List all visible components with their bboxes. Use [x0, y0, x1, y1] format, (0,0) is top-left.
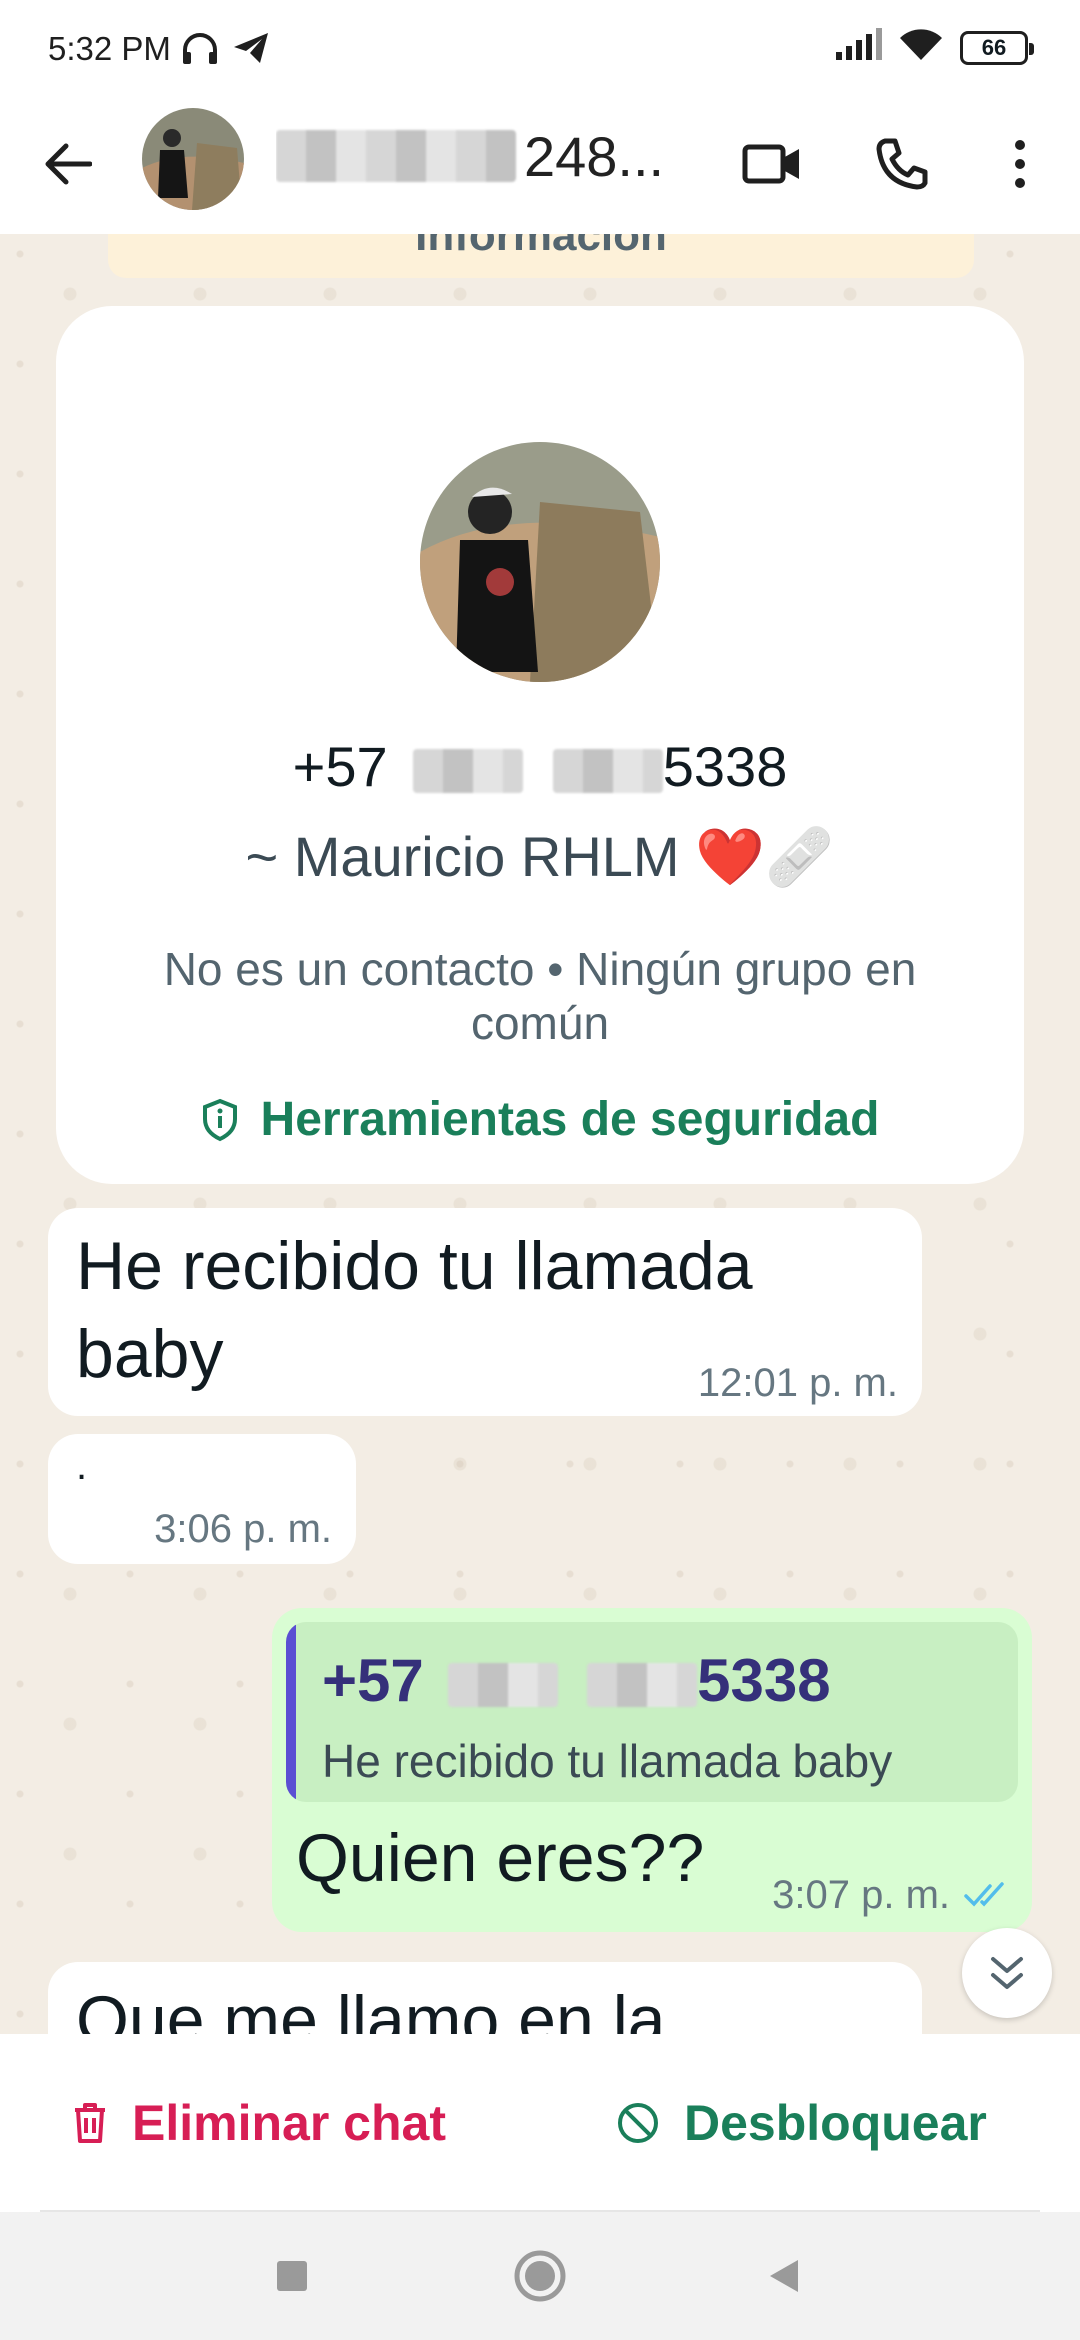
message-outgoing[interactable]: +57 5338 He recibido tu llamada baby Qui… [272, 1608, 1032, 1932]
recents-button[interactable] [260, 2244, 324, 2308]
chat-header: 248... [0, 98, 1080, 234]
wifi-icon [898, 28, 944, 67]
battery-level: 66 [981, 34, 1007, 60]
message-incoming[interactable]: . 3:06 p. m. [48, 1434, 356, 1564]
info-banner: Información [108, 234, 974, 278]
triangle-back-icon [770, 2260, 798, 2292]
back-button[interactable] [36, 132, 100, 196]
security-tools-link[interactable]: Herramientas de seguridad [56, 1092, 1024, 1147]
message-time: 3:07 p. m. [772, 1873, 950, 1917]
message-time: 3:06 p. m. [154, 1507, 332, 1551]
home-button[interactable] [508, 2244, 572, 2308]
delete-chat-button[interactable]: Eliminar chat [72, 2034, 446, 2212]
back-nav-button[interactable] [752, 2244, 816, 2308]
shield-icon [202, 1098, 237, 1141]
battery-icon: 66 [960, 30, 1034, 65]
redacted-name [276, 130, 516, 182]
contact-info-card: +57 5338 ~ Mauricio RHLM ❤️🩹 No es un co… [56, 306, 1024, 1184]
contact-phone: +57 5338 [292, 735, 788, 798]
contact-subtitle: No es un contacto • Ningún grupo en comú… [163, 943, 917, 1049]
quote-text: He recibido tu llamada baby [322, 1735, 893, 1787]
redacted-phone [552, 749, 663, 794]
headphones-icon [180, 30, 220, 71]
block-icon [618, 2103, 658, 2143]
unblock-button[interactable]: Desbloquear [616, 2034, 987, 2212]
message-text: Quien eres?? [296, 1820, 705, 1896]
trash-icon [75, 2103, 105, 2143]
system-navigation-bar [0, 2212, 1080, 2340]
double-chevron-down-icon [991, 1957, 1023, 1989]
signal-icon [834, 28, 882, 67]
contact-display-name: ~ Mauricio RHLM ❤️🩹 [245, 825, 835, 888]
video-call-icon [742, 144, 799, 184]
video-call-button[interactable] [736, 128, 808, 200]
contact-profile-photo[interactable] [420, 442, 660, 682]
message-text: . [76, 1444, 88, 1488]
message-incoming[interactable]: He recibido tu llamada baby 12:01 p. m. [48, 1208, 922, 1416]
redacted-phone [448, 1663, 559, 1708]
blocked-chat-actions: Eliminar chat Desbloquear [0, 2034, 1080, 2212]
more-options-button[interactable] [984, 128, 1056, 200]
contact-name[interactable]: 248... [276, 126, 696, 186]
more-icon [1015, 140, 1025, 188]
quote-author: +57 5338 [322, 1647, 831, 1714]
chat-area[interactable]: Información +57 5338 ~ Mauricio RHLM ❤️🩹… [0, 234, 1080, 2034]
scroll-to-bottom-button[interactable] [962, 1928, 1052, 2018]
message-time: 12:01 p. m. [697, 1361, 898, 1405]
quoted-message[interactable]: +57 5338 He recibido tu llamada baby [286, 1622, 1018, 1802]
message-incoming[interactable]: Que me llamo en la [48, 1962, 922, 2034]
arrow-back-icon [45, 143, 92, 185]
status-bar: 5:32 PM 66 [0, 0, 1080, 98]
voice-call-icon [876, 138, 928, 190]
contact-avatar[interactable] [142, 108, 244, 210]
redacted-phone [413, 749, 524, 794]
square-icon [277, 2261, 307, 2291]
voice-call-button[interactable] [866, 128, 938, 200]
circle-icon [514, 2250, 566, 2302]
message-text: Que me llamo en la [76, 1982, 666, 2034]
redacted-phone [587, 1663, 698, 1708]
telegram-icon [232, 31, 270, 70]
quote-bar [286, 1622, 296, 1802]
read-receipt-icon [964, 1882, 1004, 1907]
status-time: 5:32 PM [48, 30, 171, 67]
